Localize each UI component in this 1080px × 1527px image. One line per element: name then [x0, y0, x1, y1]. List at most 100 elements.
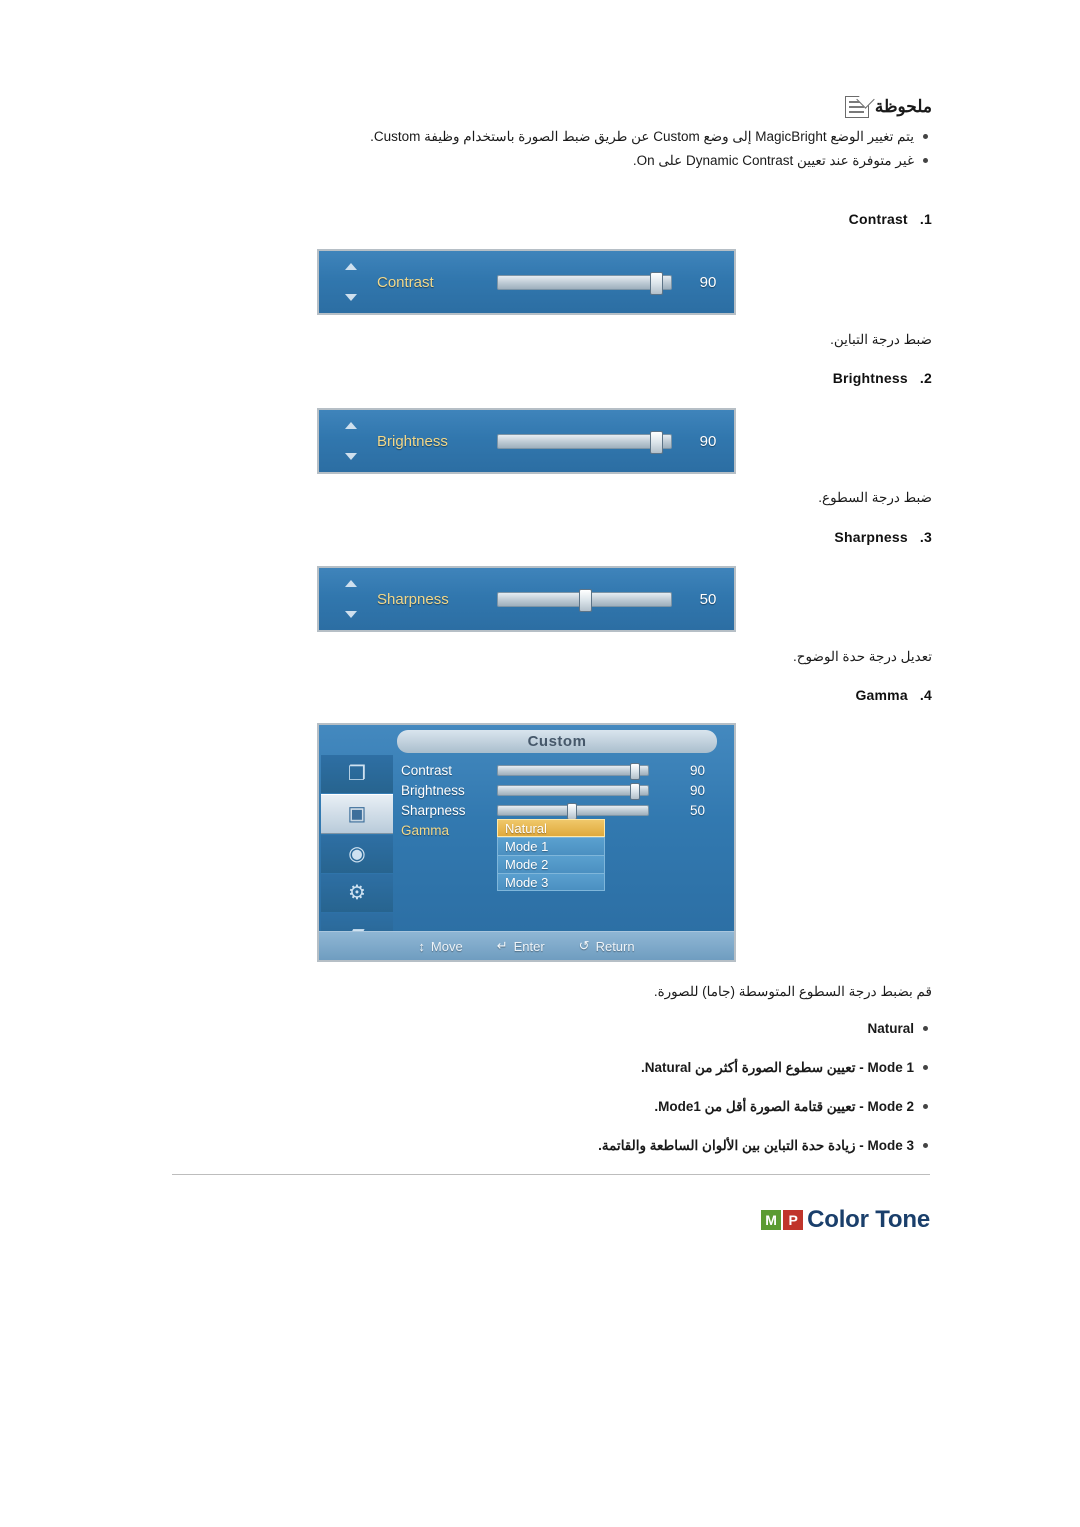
osd-row-knob[interactable] [630, 783, 640, 800]
osd-side-menu: ❐ ▣ ◉ ⚙ ▰ [321, 755, 393, 951]
arrow-up-icon[interactable] [345, 580, 357, 587]
picture-icon[interactable]: ▣ [321, 794, 393, 834]
osd-slider-track[interactable] [497, 588, 672, 612]
caption-gamma: قم بضبط درجة السطوع المتوسطة (جاما) للصو… [653, 984, 932, 999]
osd-slider-contrast: Contrast 90 [317, 249, 736, 315]
arrow-down-icon[interactable] [345, 294, 357, 301]
osd-row-value: 50 [689, 803, 705, 818]
osd-slider-label: Brightness [377, 432, 448, 450]
note-title: ملحوظة [874, 97, 932, 116]
return-icon: ↺ [578, 938, 590, 953]
arrow-down-icon[interactable] [345, 611, 357, 618]
item-number: 2. [919, 370, 932, 386]
osd-arrows[interactable] [319, 568, 377, 630]
note-bullet-item: يتم تغيير الوضع MagicBright إلى وضع Cust… [142, 126, 932, 148]
osd-slider-value: 90 [699, 432, 717, 450]
osd-slider-value: 50 [699, 590, 717, 608]
item-number: 3. [919, 529, 932, 545]
osd-arrows[interactable] [319, 251, 377, 313]
icon-glyph: ▣ [347, 803, 367, 825]
osd-slider-track[interactable] [497, 271, 672, 295]
section-title: Color Tone [807, 1206, 930, 1233]
osd-row-track[interactable] [497, 763, 649, 780]
gamma-bullet-item: Mode 1 - تعيين سطوع الصورة أكثر من Natur… [142, 1057, 932, 1079]
osd-slider-value: 90 [699, 273, 717, 291]
osd-row-knob[interactable] [630, 763, 640, 780]
osd-footer-label: Move [430, 938, 463, 954]
item-label-gamma: 4. Gamma [855, 687, 932, 703]
osd-custom-panel: Custom ❐ ▣ ◉ ⚙ ▰ Contrast 90 Brightness … [317, 723, 736, 962]
badge-m-icon: M [761, 1210, 782, 1230]
osd-row-value: 90 [689, 783, 705, 798]
osd-slider-label: Contrast [377, 273, 434, 291]
mp-badge: M P [761, 1210, 804, 1230]
osd-slider-track[interactable] [497, 430, 672, 454]
gamma-bullet-item: Mode 2 - تعيين قتامة الصورة أقل من Mode1… [142, 1096, 932, 1118]
osd-row-knob[interactable] [567, 803, 577, 820]
osd-row-sharpness[interactable]: Sharpness 50 [401, 801, 731, 820]
item-name: Sharpness [834, 529, 908, 545]
osd-row-brightness[interactable]: Brightness 90 [401, 781, 731, 800]
osd-slider-knob[interactable] [650, 430, 664, 454]
gamma-dropdown[interactable]: Natural Mode 1 Mode 2 Mode 3 [497, 819, 605, 891]
section-heading-color-tone: M P Color Tone [761, 1206, 930, 1234]
item-number: 4. [919, 687, 932, 703]
icon-glyph: ❐ [348, 763, 366, 785]
osd-slider-knob[interactable] [650, 271, 664, 295]
sound-icon[interactable]: ◉ [321, 835, 393, 873]
gamma-option-mode-3[interactable]: Mode 3 [497, 873, 605, 891]
gamma-option-mode-1[interactable]: Mode 1 [497, 837, 605, 855]
osd-arrows[interactable] [319, 410, 377, 472]
note-icon [844, 96, 869, 118]
gamma-bullet-item: Natural [142, 1018, 932, 1040]
item-name: Brightness [832, 370, 908, 386]
osd-slider-knob[interactable] [579, 588, 593, 612]
osd-row-contrast[interactable]: Contrast 90 [401, 761, 731, 780]
gamma-bullet-item: Mode 3 - زيادة حدة التباين بين الألوان ا… [142, 1135, 932, 1157]
item-name: Contrast [848, 211, 908, 227]
osd-row-label: Sharpness [401, 803, 466, 818]
move-icon: ↕ [418, 938, 425, 954]
arrow-up-icon[interactable] [345, 263, 357, 270]
osd-row-label: Gamma [401, 823, 450, 838]
osd-footer-move: ↕ Move [418, 939, 462, 954]
icon-glyph: ◉ [348, 843, 366, 865]
note-bullet-item: غير متوفرة عند تعيين Dynamic Contrast عل… [142, 150, 932, 172]
gamma-option-natural[interactable]: Natural [497, 819, 605, 837]
input-source-icon[interactable]: ❐ [321, 755, 393, 793]
setup-icon[interactable]: ⚙ [321, 874, 393, 912]
osd-row-label: Brightness [401, 783, 465, 798]
osd-footer-label: Return [595, 938, 635, 954]
osd-footer-enter: ↵ Enter [497, 938, 545, 954]
section-divider [172, 1174, 930, 1175]
osd-panel-title: Custom [397, 730, 717, 753]
osd-footer: ↕ Move ↵ Enter ↺ Return [319, 931, 734, 960]
osd-footer-label: Enter [513, 938, 545, 954]
item-label-brightness: 2. Brightness [833, 370, 932, 386]
osd-slider-label: Sharpness [377, 590, 449, 608]
arrow-down-icon[interactable] [345, 453, 357, 460]
caption-sharpness: تعديل درجة حدة الوضوح. [793, 649, 932, 664]
badge-p-icon: P [783, 1210, 804, 1230]
gamma-bullet-list: Natural Mode 1 - تعيين سطوع الصورة أكثر … [142, 1018, 932, 1174]
item-label-contrast: 1. Contrast [849, 211, 932, 227]
item-label-sharpness: 3. Sharpness [834, 529, 932, 545]
caption-brightness: ضبط درجة السطوع. [818, 490, 932, 505]
enter-icon: ↵ [496, 938, 508, 953]
note-heading: ملحوظة [844, 96, 932, 118]
osd-slider-sharpness: Sharpness 50 [317, 566, 736, 632]
osd-row-label: Contrast [401, 763, 453, 778]
arrow-up-icon[interactable] [345, 422, 357, 429]
item-number: 1. [919, 211, 932, 227]
caption-contrast: ضبط درجة التباين. [830, 332, 932, 347]
icon-glyph: ⚙ [348, 882, 366, 904]
osd-row-value: 90 [689, 763, 705, 778]
osd-footer-return: ↺ Return [579, 938, 635, 954]
osd-row-track[interactable] [497, 803, 649, 820]
note-bullet-list: يتم تغيير الوضع MagicBright إلى وضع Cust… [142, 126, 932, 174]
document-page: ملحوظة يتم تغيير الوضع MagicBright إلى و… [0, 0, 1080, 1527]
item-name: Gamma [855, 687, 908, 703]
osd-slider-brightness: Brightness 90 [317, 408, 736, 474]
gamma-option-mode-2[interactable]: Mode 2 [497, 855, 605, 873]
osd-row-track[interactable] [497, 783, 649, 800]
